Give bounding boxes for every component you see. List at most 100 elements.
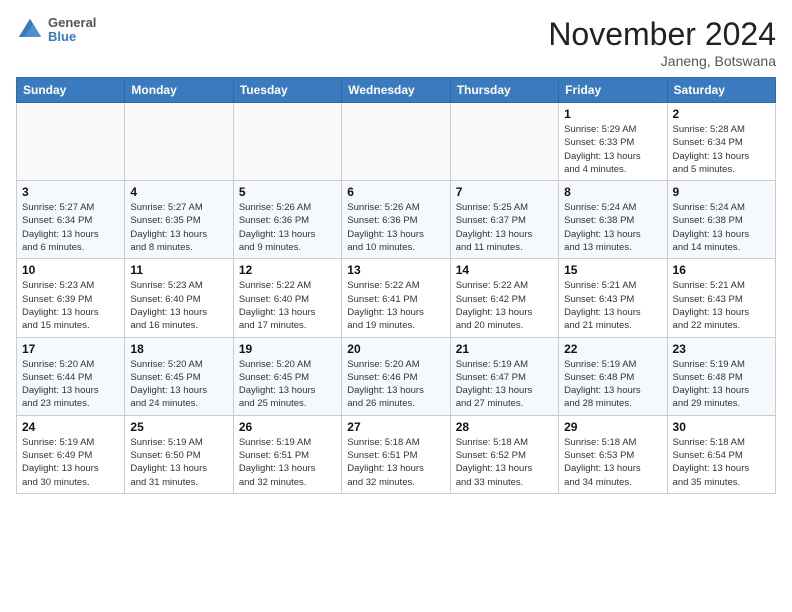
calendar-cell: 14 Sunrise: 5:22 AM Sunset: 6:42 PM Dayli… [450, 259, 558, 337]
col-header-friday: Friday [559, 78, 667, 103]
calendar-week-4: 17 Sunrise: 5:20 AM Sunset: 6:44 PM Dayli… [17, 337, 776, 415]
day-info: Sunrise: 5:18 AM Sunset: 6:52 PM Dayligh… [456, 436, 553, 489]
logo-text: General Blue [48, 16, 96, 45]
day-number: 5 [239, 185, 336, 199]
day-info: Sunrise: 5:19 AM Sunset: 6:47 PM Dayligh… [456, 358, 553, 411]
day-info: Sunrise: 5:19 AM Sunset: 6:50 PM Dayligh… [130, 436, 227, 489]
calendar-cell: 23 Sunrise: 5:19 AM Sunset: 6:48 PM Dayli… [667, 337, 775, 415]
calendar-cell: 27Sunrise: 5:18 AM Sunset: 6:51 PM Dayli… [342, 415, 450, 493]
calendar-header-row: SundayMondayTuesdayWednesdayThursdayFrid… [17, 78, 776, 103]
calendar-cell: 8 Sunrise: 5:24 AM Sunset: 6:38 PM Daylig… [559, 181, 667, 259]
calendar-cell: 3Sunrise: 5:27 AM Sunset: 6:34 PM Daylig… [17, 181, 125, 259]
calendar-cell: 16 Sunrise: 5:21 AM Sunset: 6:43 PM Dayli… [667, 259, 775, 337]
day-number: 21 [456, 342, 553, 356]
day-number: 2 [673, 107, 770, 121]
day-info: Sunrise: 5:22 AM Sunset: 6:42 PM Dayligh… [456, 279, 553, 332]
day-info: Sunrise: 5:19 AM Sunset: 6:48 PM Dayligh… [673, 358, 770, 411]
calendar-cell: 24 Sunrise: 5:19 AM Sunset: 6:49 PM Dayli… [17, 415, 125, 493]
day-info: Sunrise: 5:18 AM Sunset: 6:53 PM Dayligh… [564, 436, 661, 489]
calendar-cell: 22Sunrise: 5:19 AM Sunset: 6:48 PM Dayli… [559, 337, 667, 415]
calendar-cell: 19 Sunrise: 5:20 AM Sunset: 6:45 PM Dayli… [233, 337, 341, 415]
calendar-cell: 1 Sunrise: 5:29 AM Sunset: 6:33 PM Daylig… [559, 103, 667, 181]
day-info: Sunrise: 5:18 AM Sunset: 6:54 PM Dayligh… [673, 436, 770, 489]
calendar-cell [233, 103, 341, 181]
day-info: Sunrise: 5:21 AM Sunset: 6:43 PM Dayligh… [673, 279, 770, 332]
day-info: Sunrise: 5:26 AM Sunset: 6:36 PM Dayligh… [239, 201, 336, 254]
day-info: Sunrise: 5:21 AM Sunset: 6:43 PM Dayligh… [564, 279, 661, 332]
calendar-cell: 20Sunrise: 5:20 AM Sunset: 6:46 PM Dayli… [342, 337, 450, 415]
calendar-cell: 13 Sunrise: 5:22 AM Sunset: 6:41 PM Dayli… [342, 259, 450, 337]
day-number: 13 [347, 263, 444, 277]
logo-icon [16, 16, 44, 44]
day-number: 25 [130, 420, 227, 434]
day-number: 9 [673, 185, 770, 199]
col-header-wednesday: Wednesday [342, 78, 450, 103]
day-number: 26 [239, 420, 336, 434]
calendar-cell: 7 Sunrise: 5:25 AM Sunset: 6:37 PM Daylig… [450, 181, 558, 259]
calendar-cell: 26 Sunrise: 5:19 AM Sunset: 6:51 PM Dayli… [233, 415, 341, 493]
title-block: November 2024 Janeng, Botswana [548, 16, 776, 69]
day-info: Sunrise: 5:27 AM Sunset: 6:35 PM Dayligh… [130, 201, 227, 254]
calendar-table: SundayMondayTuesdayWednesdayThursdayFrid… [16, 77, 776, 494]
day-number: 22 [564, 342, 661, 356]
col-header-sunday: Sunday [17, 78, 125, 103]
day-info: Sunrise: 5:19 AM Sunset: 6:51 PM Dayligh… [239, 436, 336, 489]
day-info: Sunrise: 5:29 AM Sunset: 6:33 PM Dayligh… [564, 123, 661, 176]
col-header-monday: Monday [125, 78, 233, 103]
logo-general: General [48, 16, 96, 30]
calendar-week-3: 10Sunrise: 5:23 AM Sunset: 6:39 PM Dayli… [17, 259, 776, 337]
calendar-cell [17, 103, 125, 181]
day-info: Sunrise: 5:22 AM Sunset: 6:40 PM Dayligh… [239, 279, 336, 332]
calendar-week-1: 1 Sunrise: 5:29 AM Sunset: 6:33 PM Daylig… [17, 103, 776, 181]
calendar-cell: 18Sunrise: 5:20 AM Sunset: 6:45 PM Dayli… [125, 337, 233, 415]
calendar-cell [342, 103, 450, 181]
calendar-cell: 9 Sunrise: 5:24 AM Sunset: 6:38 PM Daylig… [667, 181, 775, 259]
day-info: Sunrise: 5:24 AM Sunset: 6:38 PM Dayligh… [564, 201, 661, 254]
calendar-week-2: 3Sunrise: 5:27 AM Sunset: 6:34 PM Daylig… [17, 181, 776, 259]
calendar-cell: 11 Sunrise: 5:23 AM Sunset: 6:40 PM Dayli… [125, 259, 233, 337]
day-number: 4 [130, 185, 227, 199]
day-number: 30 [673, 420, 770, 434]
day-number: 20 [347, 342, 444, 356]
day-number: 19 [239, 342, 336, 356]
calendar-cell: 15Sunrise: 5:21 AM Sunset: 6:43 PM Dayli… [559, 259, 667, 337]
day-info: Sunrise: 5:25 AM Sunset: 6:37 PM Dayligh… [456, 201, 553, 254]
day-number: 17 [22, 342, 119, 356]
day-info: Sunrise: 5:23 AM Sunset: 6:39 PM Dayligh… [22, 279, 119, 332]
logo: General Blue [16, 16, 96, 45]
calendar-cell: 25 Sunrise: 5:19 AM Sunset: 6:50 PM Dayli… [125, 415, 233, 493]
calendar-cell: 30 Sunrise: 5:18 AM Sunset: 6:54 PM Dayli… [667, 415, 775, 493]
day-info: Sunrise: 5:26 AM Sunset: 6:36 PM Dayligh… [347, 201, 444, 254]
day-number: 29 [564, 420, 661, 434]
calendar-week-5: 24 Sunrise: 5:19 AM Sunset: 6:49 PM Dayli… [17, 415, 776, 493]
day-info: Sunrise: 5:20 AM Sunset: 6:44 PM Dayligh… [22, 358, 119, 411]
location: Janeng, Botswana [548, 53, 776, 69]
day-info: Sunrise: 5:19 AM Sunset: 6:49 PM Dayligh… [22, 436, 119, 489]
day-number: 3 [22, 185, 119, 199]
day-number: 23 [673, 342, 770, 356]
col-header-saturday: Saturday [667, 78, 775, 103]
day-number: 28 [456, 420, 553, 434]
col-header-thursday: Thursday [450, 78, 558, 103]
day-number: 1 [564, 107, 661, 121]
calendar-cell: 17 Sunrise: 5:20 AM Sunset: 6:44 PM Dayli… [17, 337, 125, 415]
day-number: 7 [456, 185, 553, 199]
day-number: 24 [22, 420, 119, 434]
day-info: Sunrise: 5:24 AM Sunset: 6:38 PM Dayligh… [673, 201, 770, 254]
day-info: Sunrise: 5:28 AM Sunset: 6:34 PM Dayligh… [673, 123, 770, 176]
day-number: 16 [673, 263, 770, 277]
day-number: 18 [130, 342, 227, 356]
calendar-cell: 4 Sunrise: 5:27 AM Sunset: 6:35 PM Daylig… [125, 181, 233, 259]
calendar-cell: 2 Sunrise: 5:28 AM Sunset: 6:34 PM Daylig… [667, 103, 775, 181]
month-title: November 2024 [548, 16, 776, 53]
day-info: Sunrise: 5:22 AM Sunset: 6:41 PM Dayligh… [347, 279, 444, 332]
day-info: Sunrise: 5:18 AM Sunset: 6:51 PM Dayligh… [347, 436, 444, 489]
day-number: 11 [130, 263, 227, 277]
calendar-cell: 21 Sunrise: 5:19 AM Sunset: 6:47 PM Dayli… [450, 337, 558, 415]
calendar-cell: 29 Sunrise: 5:18 AM Sunset: 6:53 PM Dayli… [559, 415, 667, 493]
day-info: Sunrise: 5:23 AM Sunset: 6:40 PM Dayligh… [130, 279, 227, 332]
day-info: Sunrise: 5:20 AM Sunset: 6:45 PM Dayligh… [239, 358, 336, 411]
day-number: 14 [456, 263, 553, 277]
day-number: 8 [564, 185, 661, 199]
page-header: General Blue November 2024 Janeng, Botsw… [16, 16, 776, 69]
